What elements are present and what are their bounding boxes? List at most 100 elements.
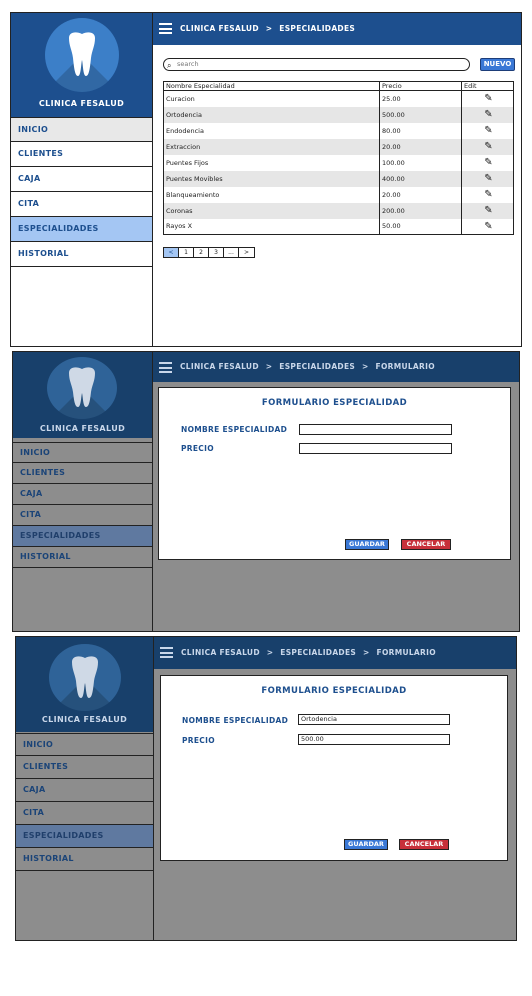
sidebar-item-historial[interactable]: HISTORIAL	[13, 547, 152, 568]
label-nombre-especialidad: NOMBRE ESPECIALIDAD	[181, 425, 288, 434]
form-title: FORMULARIO ESPECIALIDAD	[261, 686, 407, 696]
breadcrumb-home[interactable]: CLINICA FESALUD	[181, 648, 260, 657]
sidebar-item-caja[interactable]: CAJA	[11, 167, 152, 192]
cancel-button[interactable]: CANCELAR	[399, 839, 449, 850]
sidebar-item-historial[interactable]: HISTORIAL	[11, 242, 152, 267]
pencil-edit-icon[interactable]: ✎	[484, 109, 492, 120]
breadcrumb: CLINICA FESALUD > ESPECIALIDADES > FORMU…	[181, 637, 440, 669]
sidebar-item-clientes[interactable]: CLIENTES	[11, 142, 152, 167]
sidebar-item-cita[interactable]: CITA	[13, 505, 152, 526]
cell-nombre: Coronas	[163, 202, 380, 219]
cell-precio: 80.00	[379, 122, 462, 139]
table-row: Puentes Fijos 100.00 ✎	[164, 154, 514, 171]
sidebar-item-inicio[interactable]: INICIO	[13, 442, 152, 463]
screen-formulario-empty: CLINICA FESALUD INICIO CLIENTES CAJA CIT…	[12, 351, 520, 632]
save-button[interactable]: GUARDAR	[345, 539, 389, 550]
logo-area: CLINICA FESALUD	[11, 13, 152, 117]
column-header-precio: Precio	[379, 81, 462, 91]
especialidades-table: Nombre Especialidad Precio Edit Curacion…	[163, 81, 514, 235]
sidebar-item-historial[interactable]: HISTORIAL	[16, 848, 153, 871]
sidebar-item-clientes[interactable]: CLIENTES	[16, 756, 153, 779]
sidebar-item-cita[interactable]: CITA	[16, 802, 153, 825]
breadcrumb-separator: >	[265, 362, 273, 371]
precio-input[interactable]	[299, 443, 452, 454]
label-precio: PRECIO	[181, 444, 214, 453]
breadcrumb-especialidades[interactable]: ESPECIALIDADES	[279, 24, 355, 33]
pagination-page-3[interactable]: 3	[209, 248, 224, 257]
breadcrumb-separator: >	[362, 362, 369, 371]
cancel-button[interactable]: CANCELAR	[401, 539, 451, 550]
sidebar-item-inicio[interactable]: INICIO	[16, 733, 153, 756]
top-bar: CLINICA FESALUD > ESPECIALIDADES	[153, 13, 521, 45]
tooth-logo-icon	[47, 357, 117, 419]
cell-nombre: Endodencia	[166, 126, 204, 135]
table-row: Extraccion 20.00 ✎	[163, 138, 514, 155]
formulario-dialog: FORMULARIO ESPECIALIDAD NOMBRE ESPECIALI…	[160, 675, 508, 861]
pagination-ellipsis: ...	[224, 248, 239, 257]
cell-nombre: Curacion	[166, 94, 195, 103]
table-row: Coronas 200.00 ✎	[163, 202, 514, 219]
sidebar-item-cita[interactable]: CITA	[11, 192, 152, 217]
cell-nombre: Puentes Fijos	[166, 158, 209, 167]
pencil-edit-icon[interactable]: ✎	[484, 157, 492, 168]
table-row: Endodencia 80.00 ✎	[164, 122, 514, 139]
pagination-page-2[interactable]: 2	[194, 248, 209, 257]
cell-precio: 200.00	[379, 202, 462, 219]
new-button[interactable]: NUEVO	[480, 58, 515, 71]
hamburger-menu-icon[interactable]	[160, 647, 173, 658]
hamburger-menu-icon[interactable]	[159, 362, 172, 373]
pencil-edit-icon[interactable]: ✎	[484, 221, 492, 232]
cell-precio: 50.00	[379, 218, 462, 235]
sidebar-menu: INICIO CLIENTES CAJA CITA ESPECIALIDADES…	[13, 442, 152, 568]
brand-name: CLINICA FESALUD	[41, 715, 128, 724]
pencil-edit-icon[interactable]: ✎	[484, 141, 492, 152]
pencil-edit-icon[interactable]: ✎	[484, 189, 492, 200]
pagination-prev[interactable]: <	[164, 248, 179, 257]
breadcrumb: CLINICA FESALUD > ESPECIALIDADES	[180, 13, 359, 45]
sidebar: CLINICA FESALUD INICIO CLIENTES CAJA CIT…	[16, 637, 154, 940]
sidebar-item-caja[interactable]: CAJA	[13, 484, 152, 505]
pencil-edit-icon[interactable]: ✎	[484, 125, 492, 136]
cell-nombre: Puentes Movibles	[163, 170, 380, 187]
breadcrumb-especialidades[interactable]: ESPECIALIDADES	[279, 362, 355, 371]
label-nombre-especialidad: NOMBRE ESPECIALIDAD	[182, 716, 289, 725]
pencil-edit-icon[interactable]: ✎	[484, 93, 492, 104]
breadcrumb-home[interactable]: CLINICA FESALUD	[180, 362, 259, 371]
sidebar-item-especialidades[interactable]: ESPECIALIDADES	[13, 526, 152, 547]
cell-nombre: Rayos X	[166, 222, 193, 231]
search-placeholder: search	[177, 60, 199, 68]
tooth-logo-icon	[45, 18, 119, 92]
breadcrumb-home[interactable]: CLINICA FESALUD	[180, 24, 259, 33]
pagination-next[interactable]: >	[239, 248, 254, 257]
sidebar-item-especialidades[interactable]: ESPECIALIDADES	[11, 217, 152, 242]
sidebar-item-inicio[interactable]: INICIO	[11, 117, 152, 142]
pencil-edit-icon[interactable]: ✎	[484, 173, 492, 184]
sidebar-menu: INICIO CLIENTES CAJA CITA ESPECIALIDADES…	[11, 117, 152, 267]
cell-precio: 100.00	[379, 154, 462, 171]
top-bar: CLINICA FESALUD > ESPECIALIDADES > FORMU…	[153, 352, 519, 382]
hamburger-menu-icon[interactable]	[159, 23, 172, 34]
brand-name: CLINICA FESALUD	[39, 424, 126, 433]
nombre-especialidad-input[interactable]: Ortodencia	[298, 714, 450, 725]
precio-input[interactable]: 500.00	[298, 734, 450, 745]
top-bar: CLINICA FESALUD > ESPECIALIDADES > FORMU…	[154, 637, 516, 669]
form-title: FORMULARIO ESPECIALIDAD	[261, 398, 408, 408]
search-input[interactable]: ⌕ search	[163, 58, 470, 71]
save-button[interactable]: GUARDAR	[344, 839, 388, 850]
breadcrumb-formulario: FORMULARIO	[375, 362, 435, 371]
nombre-especialidad-input[interactable]	[299, 424, 452, 435]
table-header-row: Nombre Especialidad Precio Edit	[163, 81, 514, 91]
breadcrumb-especialidades[interactable]: ESPECIALIDADES	[280, 648, 356, 657]
sidebar-item-caja[interactable]: CAJA	[16, 779, 153, 802]
cell-precio: 500.00	[379, 106, 462, 123]
pagination: < 1 2 3 ... >	[163, 247, 255, 258]
sidebar-item-especialidades[interactable]: ESPECIALIDADES	[16, 825, 153, 848]
cell-precio: 20.00	[379, 138, 462, 155]
sidebar-item-clientes[interactable]: CLIENTES	[13, 463, 152, 484]
pagination-page-1[interactable]: 1	[179, 248, 194, 257]
tooth-logo-icon	[49, 644, 121, 711]
cell-nombre: Blanqueamiento	[166, 190, 220, 199]
brand-name: CLINICA FESALUD	[38, 99, 125, 108]
pencil-edit-icon[interactable]: ✎	[484, 205, 492, 216]
table-row: Curacion 25.00 ✎	[164, 90, 514, 107]
